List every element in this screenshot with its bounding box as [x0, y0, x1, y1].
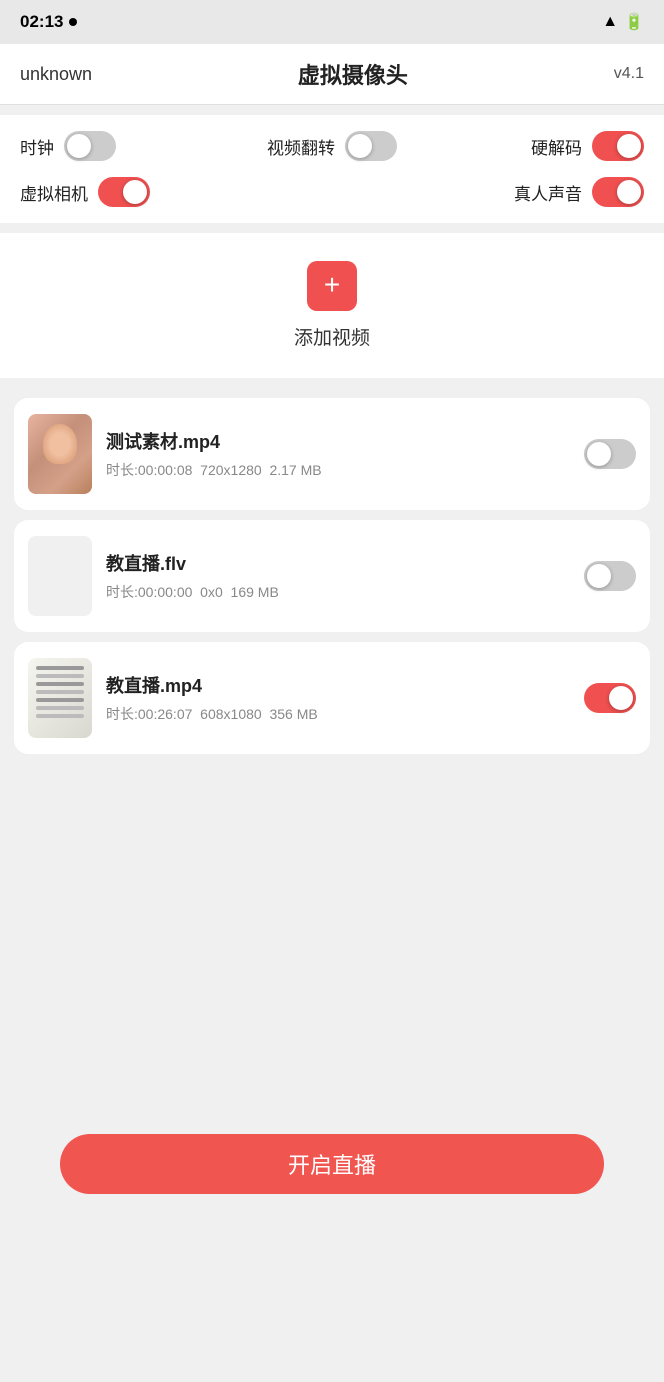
- app-header: unknown 虚拟摄像头 v4.1: [0, 44, 664, 105]
- controls-empty-cell: [228, 177, 436, 207]
- video-flip-toggle[interactable]: [345, 131, 397, 161]
- video-thumb-1: [28, 414, 92, 494]
- video-name-3: 教直播.mp4: [106, 672, 570, 698]
- video-name-2: 教直播.flv: [106, 550, 570, 576]
- video-meta-1: 时长:00:00:08 720x1280 2.17 MB: [106, 460, 570, 480]
- clock-toggle[interactable]: [64, 131, 116, 161]
- virtual-cam-control: 虚拟相机: [20, 177, 228, 207]
- video-flip-toggle-thumb: [348, 134, 372, 158]
- real-voice-toggle-thumb: [617, 180, 641, 204]
- video-flip-control: 视频翻转: [228, 131, 436, 161]
- video-toggle-3-thumb: [609, 686, 633, 710]
- plus-icon: +: [324, 271, 340, 299]
- virtual-cam-toggle-thumb: [123, 180, 147, 204]
- divider-2: [0, 378, 664, 388]
- video-toggle-1[interactable]: [584, 439, 636, 469]
- video-item-3: 教直播.mp4 时长:00:26:07 608x1080 356 MB: [14, 642, 650, 754]
- status-right: ▲ 🔋: [602, 12, 644, 32]
- video-thumb-3: [28, 658, 92, 738]
- wifi-icon: ▲: [602, 13, 618, 31]
- app-title: 虚拟摄像头: [298, 58, 408, 90]
- hard-decode-toggle-thumb: [617, 134, 641, 158]
- add-video-section: + 添加视频: [0, 233, 664, 378]
- video-meta-3: 时长:00:26:07 608x1080 356 MB: [106, 704, 570, 724]
- video-info-2: 教直播.flv 时长:00:00:00 0x0 169 MB: [106, 550, 570, 602]
- video-toggle-2-thumb: [587, 564, 611, 588]
- hard-decode-label: 硬解码: [531, 134, 582, 159]
- video-meta-2: 时长:00:00:00 0x0 169 MB: [106, 582, 570, 602]
- status-left: 02:13: [20, 12, 77, 32]
- clock-control: 时钟: [20, 131, 228, 161]
- video-toggle-1-thumb: [587, 442, 611, 466]
- video-name-1: 测试素材.mp4: [106, 428, 570, 454]
- app-version: v4.1: [614, 65, 644, 83]
- real-voice-control: 真人声音: [436, 177, 644, 207]
- video-item-2: 教直播.flv 时长:00:00:00 0x0 169 MB: [14, 520, 650, 632]
- real-voice-toggle[interactable]: [592, 177, 644, 207]
- content-spacer: [0, 764, 664, 1114]
- add-video-label: 添加视频: [294, 323, 370, 350]
- hard-decode-control: 硬解码: [436, 131, 644, 161]
- virtual-cam-toggle[interactable]: [98, 177, 150, 207]
- video-thumb-2-placeholder: [28, 536, 92, 616]
- video-flip-label: 视频翻转: [267, 134, 335, 159]
- start-live-label: 开启直播: [288, 1148, 376, 1180]
- video-info-1: 测试素材.mp4 时长:00:00:08 720x1280 2.17 MB: [106, 428, 570, 480]
- controls-grid: 时钟 视频翻转 硬解码 虚拟相机: [20, 131, 644, 207]
- hard-decode-toggle[interactable]: [592, 131, 644, 161]
- video-toggle-2[interactable]: [584, 561, 636, 591]
- real-voice-label: 真人声音: [514, 180, 582, 205]
- clock-label: 时钟: [20, 134, 54, 159]
- divider-1: [0, 223, 664, 233]
- device-name-label: unknown: [20, 64, 92, 85]
- video-info-3: 教直播.mp4 时长:00:26:07 608x1080 356 MB: [106, 672, 570, 724]
- controls-section: 时钟 视频翻转 硬解码 虚拟相机: [0, 115, 664, 223]
- start-live-button[interactable]: 开启直播: [60, 1134, 604, 1194]
- status-time: 02:13: [20, 12, 63, 32]
- clock-toggle-thumb: [67, 134, 91, 158]
- video-list: 测试素材.mp4 时长:00:00:08 720x1280 2.17 MB 教直…: [0, 388, 664, 764]
- status-bar: 02:13 ▲ 🔋: [0, 0, 664, 44]
- virtual-cam-label: 虚拟相机: [20, 180, 88, 205]
- bottom-bar: 开启直播: [0, 1114, 664, 1224]
- add-video-button[interactable]: +: [307, 261, 357, 311]
- video-toggle-3[interactable]: [584, 683, 636, 713]
- video-item-1: 测试素材.mp4 时长:00:00:08 720x1280 2.17 MB: [14, 398, 650, 510]
- battery-icon: 🔋: [624, 12, 644, 32]
- status-dot: [69, 18, 77, 26]
